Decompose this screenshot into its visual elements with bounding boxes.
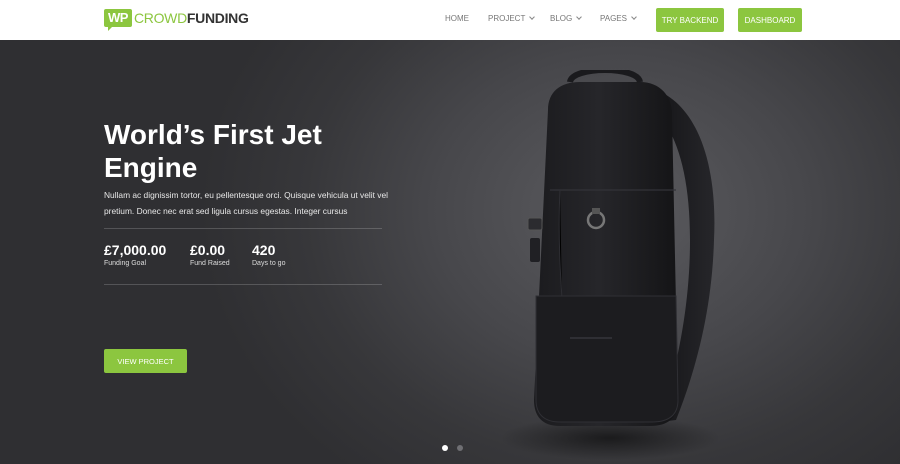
site-header: WP CROWD FUNDING HOME PROJECT BLOG PAGES… [0, 0, 900, 40]
backpack-image [500, 70, 720, 460]
slider-dot-1[interactable] [442, 445, 448, 451]
hero-slider: World’s First Jet Engine Nullam ac digni… [0, 40, 900, 464]
nav-home-label: HOME [445, 14, 469, 23]
stat-value: 420 [252, 242, 276, 258]
divider-top [104, 228, 382, 229]
view-project-button[interactable]: VIEW PROJECT [104, 349, 187, 373]
nav-blog-label: BLOG [550, 14, 573, 23]
slider-dot-2[interactable] [457, 445, 463, 451]
dashboard-button[interactable]: DASHBOARD [738, 8, 802, 32]
logo-text-funding: FUNDING [186, 10, 249, 26]
stat-label: Days to go [252, 260, 286, 267]
divider-bottom [104, 284, 382, 285]
hero-description: Nullam ac dignissim tortor, eu pellentes… [104, 190, 388, 216]
stat-fund-raised: £0.00 Fund Raised [190, 242, 230, 267]
hero-title: World’s First Jet Engine [104, 119, 322, 183]
logo-text-crowd: CROWD [133, 10, 187, 26]
stat-value: £0.00 [190, 242, 226, 258]
nav-pages-label: PAGES [600, 14, 627, 23]
nav-home[interactable]: HOME [445, 14, 469, 23]
logo-badge: WP [104, 9, 132, 31]
chevron-down-icon [631, 14, 637, 20]
nav-project[interactable]: PROJECT [488, 14, 536, 23]
nav-blog[interactable]: BLOG [550, 14, 583, 23]
chevron-down-icon [576, 14, 583, 20]
chevron-down-icon [529, 14, 536, 20]
stat-label: Funding Goal [104, 260, 147, 267]
nav-project-label: PROJECT [488, 14, 526, 23]
try-backend-button[interactable]: TRY BACKEND [656, 8, 724, 32]
stat-funding-goal: £7,000.00 Funding Goal [104, 242, 166, 267]
nav-pages[interactable]: PAGES [600, 14, 637, 23]
stat-days-to-go: 420 Days to go [252, 242, 285, 267]
stat-label: Fund Raised [190, 260, 230, 267]
site-logo[interactable]: WP CROWD FUNDING [104, 9, 249, 31]
stat-value: £7,000.00 [104, 242, 167, 258]
